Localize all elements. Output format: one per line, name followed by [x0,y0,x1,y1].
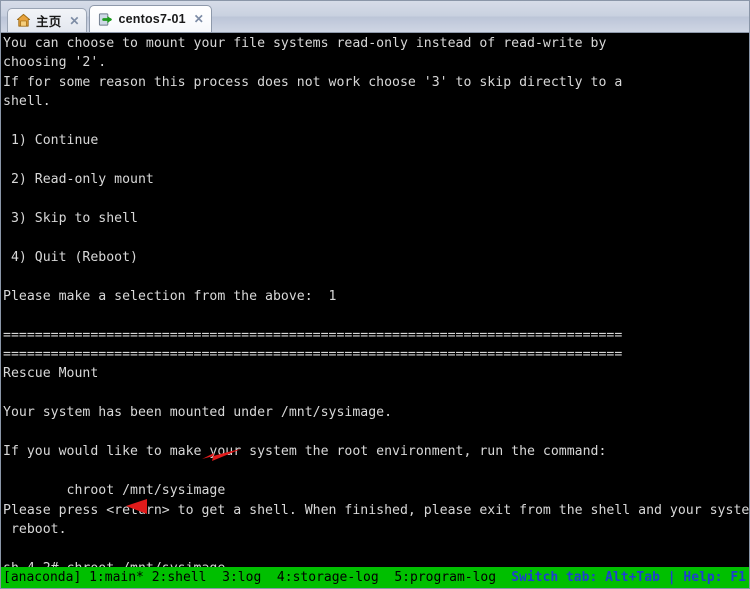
terminal-line: 1) Continue [3,133,99,149]
terminal-line: ========================================… [3,347,623,362]
terminal-window: 主页 ✕ centos7-01 ✕ You can choose to moun… [0,0,750,589]
home-icon [16,13,31,27]
terminal-line: Please make a selection from the above: … [3,288,337,304]
connect-arrow-icon [99,12,113,26]
terminal-line: shell. [3,94,51,110]
tab-home-label: 主页 [36,15,62,29]
terminal-line: 4) Quit (Reboot) [3,249,138,265]
terminal-line: If you would like to make your system th… [3,444,607,460]
terminal-line: 3) Skip to shell [3,210,138,226]
status-bar-help: Switch tab: Alt+Tab | Help: F1 [511,570,746,585]
terminal-line: ========================================… [3,327,623,343]
terminal-line: reboot. [3,521,67,537]
terminal-line: You can choose to mount your file system… [3,36,607,51]
terminal-line: choosing '2'. [3,55,107,71]
tab-centos7-01[interactable]: centos7-01 ✕ [89,5,212,32]
status-bar: [anaconda] 1:main* 2:shell 3:log 4:stora… [1,567,749,588]
terminal-line: Please press <return> to get a shell. Wh… [3,502,749,518]
terminal-line: 2) Read-only mount [3,172,154,188]
status-bar-tabs[interactable]: [anaconda] 1:main* 2:shell 3:log 4:stora… [3,567,496,588]
tab-centos7-01-close-icon[interactable]: ✕ [194,13,204,25]
tab-bar: 主页 ✕ centos7-01 ✕ [1,1,749,33]
terminal-line: Rescue Mount [3,366,99,382]
terminal-line: If for some reason this process does not… [3,74,623,90]
terminal-line: chroot /mnt/sysimage [3,483,226,499]
tab-home-close-icon[interactable]: ✕ [69,15,79,27]
terminal-lines: You can choose to mount your file system… [3,34,749,567]
terminal-line: sh-4.2# chroot /mnt/sysimage [3,559,749,567]
terminal-line: Your system has been mounted under /mnt/… [3,405,393,421]
terminal-output[interactable]: You can choose to mount your file system… [1,33,749,567]
tab-centos7-01-label: centos7-01 [118,12,186,26]
tab-home[interactable]: 主页 ✕ [7,8,88,32]
